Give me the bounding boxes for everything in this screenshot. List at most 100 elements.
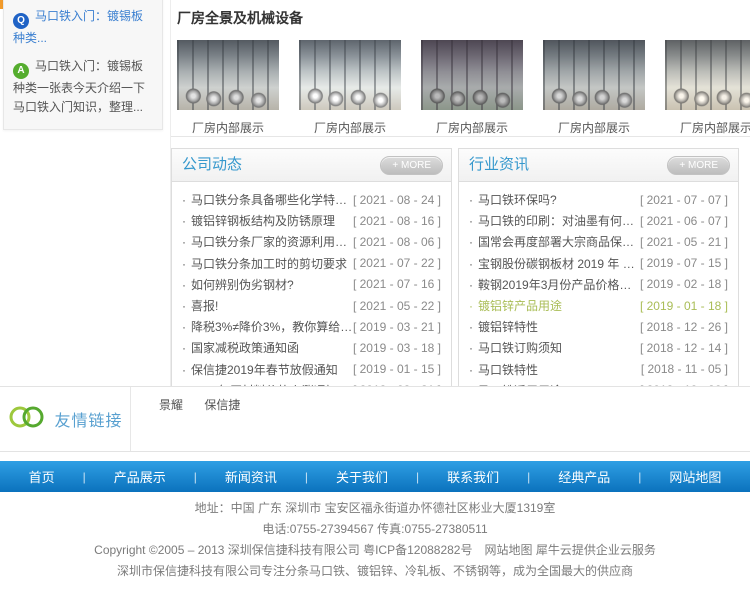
friend-link[interactable]: 保信捷: [204, 398, 240, 412]
friend-links-panel: 友情链接 景耀 保信捷: [0, 386, 750, 452]
question-icon: Q: [13, 13, 29, 29]
friend-links-title: 友情链接: [54, 407, 122, 431]
nav-separator: |: [305, 470, 308, 484]
main-content: 厂房全景及机械设备 厂房内部展示 厂房内部展示 厂房内部展示 厂房内部展示 厂房…: [170, 0, 750, 410]
nav-separator: |: [194, 470, 197, 484]
news-item-date: [ 2021 - 08 - 16 ]: [353, 214, 441, 228]
news-item-title: 马口铁分条加工时的剪切要求: [182, 255, 347, 272]
company-news-box: 公司动态 + MORE 马口铁分条具备哪些化学特点?[ 2021 - 08 - …: [171, 148, 452, 410]
news-item[interactable]: 降税3%≠降价3%，教你算给客户看[ 2019 - 03 - 21 ]: [182, 316, 441, 337]
nav-item-sitemap[interactable]: 网站地图: [667, 467, 723, 486]
nav-item-home[interactable]: 首页: [27, 467, 57, 486]
news-item[interactable]: 如何辨别伪劣钢材?[ 2021 - 07 - 16 ]: [182, 274, 441, 295]
nav-separator: |: [527, 470, 530, 484]
news-item[interactable]: 国常会再度部署大宗商品保供稳价[ 2021 - 05 - 21 ]: [469, 231, 728, 252]
qa-question-link[interactable]: 马口铁入门：镀锡板种类...: [13, 9, 143, 45]
factory-caption: 厂房内部展示: [299, 119, 401, 136]
news-item[interactable]: 鞍钢2019年3月份产品价格政策调整...[ 2019 - 02 - 18 ]: [469, 274, 728, 295]
friend-link[interactable]: 景耀: [159, 398, 183, 412]
news-item-date: [ 2021 - 08 - 06 ]: [353, 235, 441, 249]
news-item-date: [ 2021 - 07 - 07 ]: [640, 193, 728, 207]
news-item-date: [ 2019 - 01 - 18 ]: [640, 299, 728, 313]
news-item-title: 镀铝锌特性: [469, 318, 538, 335]
factory-figure: 厂房内部展示: [299, 40, 401, 136]
footer-address: 地址：中国 广东 深圳市 宝安区福永街道办怀德社区彬业大厦1319室: [0, 502, 750, 515]
footer-tagline: 深圳市保信捷科技有限公司专注分条马口铁、镀铝锌、冷轧板、不锈钢等，成为全国最大的…: [0, 565, 750, 578]
news-section: 公司动态 + MORE 马口铁分条具备哪些化学特点?[ 2021 - 08 - …: [171, 148, 750, 410]
factory-caption: 厂房内部展示: [177, 119, 279, 136]
news-item-title: 镀铝锌钢板结构及防锈原理: [182, 212, 335, 229]
news-item-date: [ 2019 - 03 - 21 ]: [353, 320, 441, 334]
news-item[interactable]: 马口铁的印刷：对油墨有何特殊要求[ 2021 - 06 - 07 ]: [469, 210, 728, 231]
news-item-title: 马口铁分条具备哪些化学特点?: [182, 191, 353, 208]
factory-image-row: 厂房内部展示 厂房内部展示 厂房内部展示 厂房内部展示 厂房内部展示: [177, 40, 750, 136]
friend-links-list: 景耀 保信捷: [131, 387, 258, 451]
news-item[interactable]: 宝钢股份碳钢板材 2019 年 8 月份国...[ 2019 - 07 - 15…: [469, 253, 728, 274]
news-item[interactable]: 马口铁分条具备哪些化学特点?[ 2021 - 08 - 24 ]: [182, 189, 441, 210]
news-item-title: 宝钢股份碳钢板材 2019 年 8 月份国...: [469, 255, 640, 272]
news-item[interactable]: 马口铁订购须知 [ 2018 - 12 - 14 ]: [469, 337, 728, 358]
news-item-date: [ 2018 - 12 - 14 ]: [640, 341, 728, 355]
company-news-more-button[interactable]: + MORE: [380, 156, 443, 175]
factory-caption: 厂房内部展示: [421, 119, 523, 136]
news-item[interactable]: 镀铝锌特性 [ 2018 - 12 - 26 ]: [469, 316, 728, 337]
friend-links-label: 友情链接: [0, 387, 131, 451]
qa-sidebar-box: Q马口铁入门：镀锡板种类... A马口铁入门：镀锡板种类一张表今天介绍一下马口铁…: [3, 0, 163, 130]
news-item-title: 鞍钢2019年3月份产品价格政策调整...: [469, 276, 640, 293]
nav-item-products[interactable]: 产品展示: [112, 467, 168, 486]
news-item-highlighted[interactable]: 镀铝锌产品用途[ 2019 - 01 - 18 ]: [469, 295, 728, 316]
news-item[interactable]: 保信捷2019年春节放假通知[ 2019 - 01 - 15 ]: [182, 359, 441, 380]
news-item-date: [ 2021 - 07 - 16 ]: [353, 277, 441, 291]
news-item-date: [ 2021 - 06 - 07 ]: [640, 214, 728, 228]
news-item-date: [ 2021 - 05 - 21 ]: [640, 235, 728, 249]
qa-answer-text: 马口铁入门：镀锡板种类一张表今天介绍一下马口铁入门知识，整理...: [13, 59, 145, 114]
page-footer: 地址：中国 广东 深圳市 宝安区福永街道办怀德社区彬业大厦1319室 电话:07…: [0, 502, 750, 586]
nav-item-about[interactable]: 关于我们: [334, 467, 390, 486]
industry-news-header: 行业资讯 + MORE: [459, 149, 738, 182]
news-item[interactable]: 国家减税政策通知函 [ 2019 - 03 - 18 ]: [182, 337, 441, 358]
news-item[interactable]: 镀铝锌钢板结构及防锈原理 [ 2021 - 08 - 16 ]: [182, 210, 441, 231]
factory-figure: 厂房内部展示: [421, 40, 523, 136]
factory-photo[interactable]: [421, 40, 523, 110]
news-item-title: 国家减税政策通知函: [182, 339, 299, 356]
nav-separator: |: [83, 470, 86, 484]
news-item-date: [ 2019 - 03 - 18 ]: [353, 341, 441, 355]
factory-photo[interactable]: [665, 40, 750, 110]
company-news-header: 公司动态 + MORE: [172, 149, 451, 182]
news-item-date: [ 2019 - 07 - 15 ]: [640, 256, 728, 270]
qa-answer-row: A马口铁入门：镀锡板种类一张表今天介绍一下马口铁入门知识，整理...: [13, 57, 153, 117]
industry-news-box: 行业资讯 + MORE 马口铁环保吗? [ 2021 - 07 - 07 ] 马口…: [458, 148, 739, 410]
news-item-date: [ 2018 - 12 - 26 ]: [640, 320, 728, 334]
company-news-title: 公司动态: [182, 156, 242, 173]
news-item-title: 马口铁的印刷：对油墨有何特殊要求: [469, 212, 640, 229]
nav-separator: |: [416, 470, 419, 484]
industry-news-more-button[interactable]: + MORE: [667, 156, 730, 175]
nav-item-contact[interactable]: 联系我们: [445, 467, 501, 486]
factory-caption: 厂房内部展示: [665, 119, 750, 136]
factory-figure: 厂房内部展示: [177, 40, 279, 136]
qa-question-row: Q马口铁入门：镀锡板种类...: [13, 7, 153, 48]
news-item-title: 国常会再度部署大宗商品保供稳价: [469, 233, 640, 250]
nav-item-news[interactable]: 新闻资讯: [223, 467, 279, 486]
news-item[interactable]: 马口铁特性[ 2018 - 11 - 05 ]: [469, 359, 728, 380]
factory-photo[interactable]: [177, 40, 279, 110]
news-item[interactable]: 马口铁环保吗? [ 2021 - 07 - 07 ]: [469, 189, 728, 210]
factory-section-title: 厂房全景及机械设备: [177, 8, 750, 28]
factory-photo[interactable]: [299, 40, 401, 110]
news-item[interactable]: 马口铁分条厂家的资源利用率如何?[ 2021 - 08 - 06 ]: [182, 231, 441, 252]
news-item[interactable]: 马口铁分条加工时的剪切要求[ 2021 - 07 - 22 ]: [182, 253, 441, 274]
news-item-title: 马口铁环保吗?: [469, 191, 557, 208]
footer-copyright: Copyright ©2005 – 2013 深圳保信捷科技有限公司 粤ICP备…: [0, 544, 750, 557]
news-item-date: [ 2019 - 01 - 15 ]: [353, 362, 441, 376]
news-item[interactable]: 喜报![ 2021 - 05 - 22 ]: [182, 295, 441, 316]
bottom-nav-bar: 首页| 产品展示| 新闻资讯| 关于我们| 联系我们| 经典产品| 网站地图: [0, 461, 750, 492]
news-item-title: 马口铁订购须知: [469, 339, 562, 356]
factory-photo[interactable]: [543, 40, 645, 110]
news-item-date: [ 2018 - 11 - 05 ]: [641, 362, 728, 376]
news-item-title: 喜报!: [182, 297, 218, 314]
news-item-title: 降税3%≠降价3%，教你算给客户看: [182, 318, 353, 335]
nav-item-classic-products[interactable]: 经典产品: [556, 467, 612, 486]
industry-news-title: 行业资讯: [469, 156, 529, 173]
news-item-title: 马口铁分条厂家的资源利用率如何?: [182, 233, 353, 250]
answer-icon: A: [13, 63, 29, 79]
